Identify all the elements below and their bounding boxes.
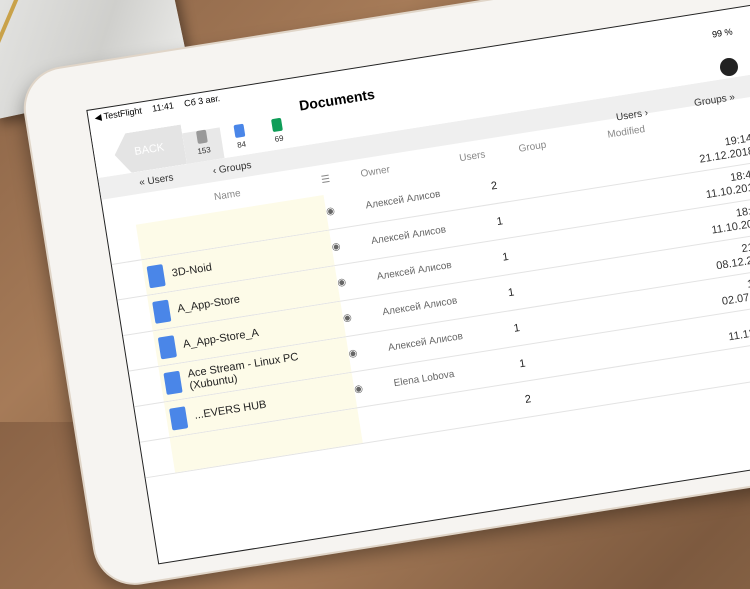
sheets-icon bbox=[271, 117, 283, 133]
ipad-device: ◀ TestFlight 11:41 Сб 3 авг. BACK 153 84… bbox=[20, 0, 750, 589]
col-group[interactable]: Group bbox=[518, 129, 609, 154]
doc-name[interactable]: A_App-Store_A bbox=[182, 326, 259, 350]
tab-all[interactable]: 153 bbox=[182, 127, 225, 164]
owner: Алексей Алисов bbox=[387, 330, 464, 354]
all-icon bbox=[195, 129, 208, 145]
group bbox=[546, 309, 635, 323]
doc-icon bbox=[157, 334, 177, 359]
owner: Алексей Алисов bbox=[381, 295, 459, 319]
doc-icon bbox=[163, 370, 183, 395]
tab-count: 69 bbox=[274, 133, 285, 144]
users-count: 1 bbox=[495, 214, 504, 228]
owner: Алексей Алисов bbox=[364, 188, 442, 212]
status-date: Сб 3 авг. bbox=[183, 93, 221, 109]
eye-icon: ◉ bbox=[331, 241, 342, 254]
group bbox=[529, 202, 618, 216]
tab-count: 153 bbox=[196, 145, 212, 157]
users-count: 1 bbox=[501, 250, 510, 264]
owner: Алексей Алисов bbox=[376, 259, 453, 283]
eye-icon: ◉ bbox=[353, 383, 364, 396]
group bbox=[552, 345, 641, 359]
docs-icon bbox=[233, 123, 246, 139]
eye-icon: ◉ bbox=[325, 205, 336, 218]
col-users[interactable]: Users bbox=[459, 143, 520, 164]
users-count: 1 bbox=[512, 321, 521, 335]
eye-icon: ◉ bbox=[336, 276, 347, 289]
group bbox=[524, 167, 613, 181]
status-time: 11:41 bbox=[151, 100, 175, 114]
doc-name[interactable]: A_App-Store bbox=[177, 293, 241, 315]
tab-count: 84 bbox=[236, 139, 247, 150]
owner: Elena Lobova bbox=[393, 368, 456, 390]
group bbox=[558, 380, 647, 394]
eye-icon: ◉ bbox=[347, 347, 359, 360]
tab-sheets[interactable]: 69 bbox=[257, 116, 299, 153]
back-to-app[interactable]: ◀ TestFlight bbox=[94, 105, 143, 122]
group bbox=[541, 274, 630, 288]
doc-name[interactable]: 3D-Noid bbox=[171, 261, 213, 279]
app-screen: ◀ TestFlight 11:41 Сб 3 авг. BACK 153 84… bbox=[86, 0, 750, 565]
clock-hand bbox=[0, 0, 27, 46]
owner: Алексей Алисов bbox=[370, 224, 447, 248]
avatar[interactable] bbox=[720, 58, 738, 76]
eye-icon: ◉ bbox=[342, 312, 353, 325]
doc-name[interactable]: ...EVERS HUB bbox=[193, 398, 267, 421]
users-count: 2 bbox=[490, 179, 499, 193]
eye-icon bbox=[360, 419, 400, 425]
owner bbox=[400, 404, 499, 420]
doc-icon bbox=[152, 299, 172, 324]
nav-users[interactable]: « Users bbox=[138, 172, 174, 188]
doc-icon bbox=[146, 263, 166, 288]
users-count: 2 bbox=[523, 392, 532, 406]
tab-docs[interactable]: 84 bbox=[220, 121, 262, 158]
doc-icon bbox=[168, 405, 189, 431]
users-count: 1 bbox=[518, 357, 527, 370]
users-count: 1 bbox=[507, 285, 516, 299]
nav-groups[interactable]: ‹ Groups bbox=[212, 159, 252, 176]
group bbox=[535, 238, 624, 252]
sort-icon[interactable]: ☰ bbox=[320, 168, 361, 185]
